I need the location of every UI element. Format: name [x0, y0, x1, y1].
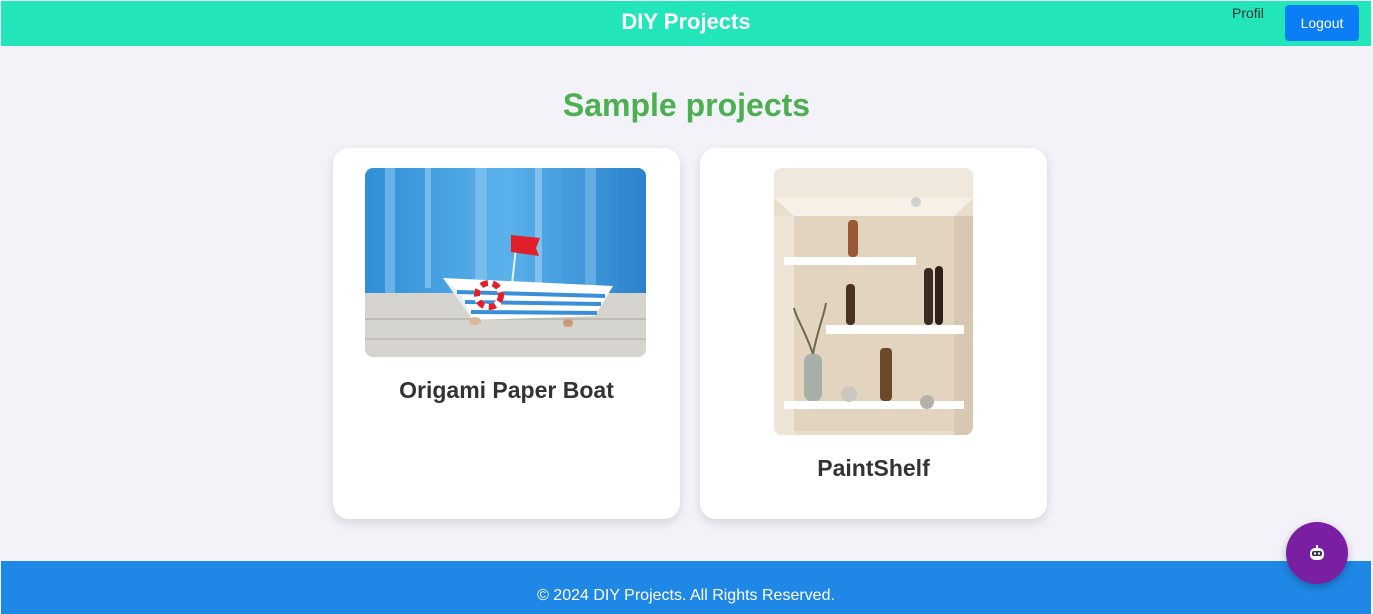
copyright-text: © 2024 DIY Projects. All Rights Reserved… [537, 587, 835, 604]
profile-link[interactable]: Profil [1232, 5, 1264, 21]
project-title: Origami Paper Boat [399, 377, 614, 403]
robot-icon [1310, 545, 1324, 560]
project-title: PaintShelf [817, 455, 930, 481]
project-card-paintshelf[interactable]: PaintShelf [700, 148, 1047, 519]
project-card-origami-paper-boat[interactable]: Origami Paper Boat [333, 148, 680, 519]
chat-bot-button[interactable] [1286, 522, 1348, 584]
page-title: Sample projects [562, 87, 811, 123]
shelf-photo[interactable] [774, 168, 973, 435]
paper-boat-photo[interactable] [365, 168, 646, 357]
footer: © 2024 DIY Projects. All Rights Reserved… [1, 561, 1371, 614]
site-title: DIY Projects [621, 9, 751, 34]
logout-button[interactable]: Logout [1285, 5, 1359, 41]
top-navbar: DIY Projects Profil Logout [1, 1, 1371, 46]
